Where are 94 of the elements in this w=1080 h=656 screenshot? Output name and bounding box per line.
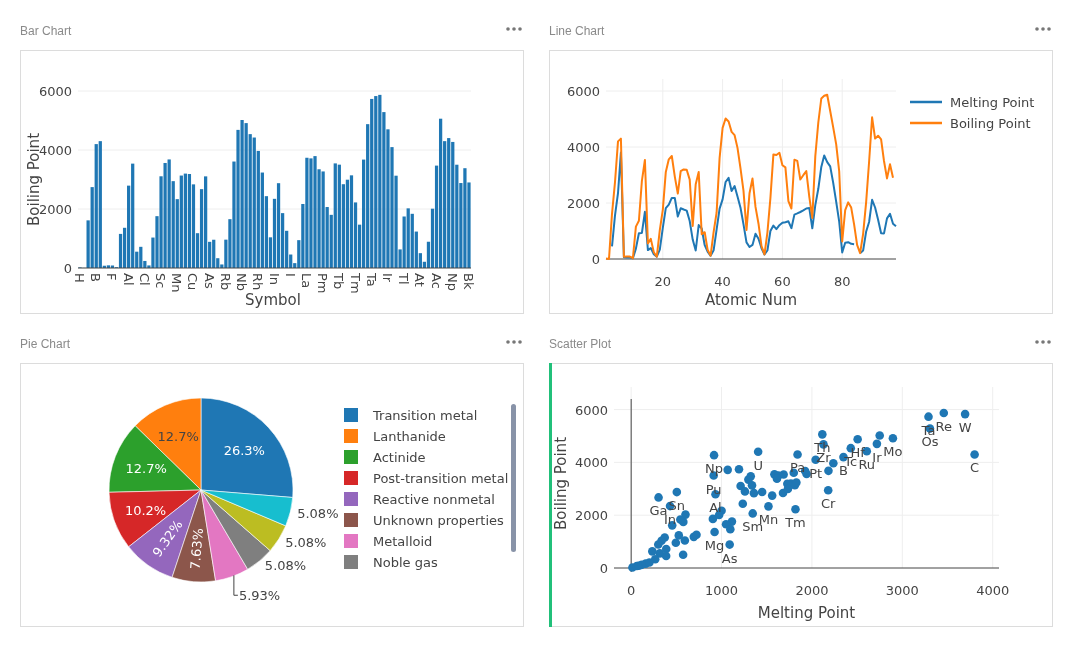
tick-label: Pm xyxy=(315,273,331,294)
tick-label: 0 xyxy=(599,561,608,576)
data-label: 7.63% xyxy=(187,527,206,570)
axis-title: Atomic Num xyxy=(704,291,798,309)
point-label: Re xyxy=(935,419,952,434)
point-label: U xyxy=(753,457,763,473)
data-label: 5.93% xyxy=(238,588,281,604)
data-label: 5.08% xyxy=(264,557,307,573)
tick-label: Np xyxy=(444,273,460,291)
panel-title: Pie Chart xyxy=(20,337,71,351)
tick-label: 2000 xyxy=(566,196,600,211)
tick-label: 1000 xyxy=(705,583,739,598)
tick-label: 2000 xyxy=(574,508,608,524)
point-label: Np xyxy=(705,461,724,477)
tick-label: 4000 xyxy=(976,583,1010,598)
point-label: B xyxy=(839,463,848,479)
tick-label: Tl xyxy=(396,273,412,285)
panel-title: Scatter Plot xyxy=(549,337,612,351)
tick-label: Tb xyxy=(331,273,347,290)
point-label: Tm xyxy=(785,515,806,531)
tick-label: Cl xyxy=(136,273,152,286)
tick-label: 40 xyxy=(714,274,731,289)
legend-label: Transition metal xyxy=(373,408,478,423)
point-label: Pt xyxy=(809,465,823,481)
tick-label: 6000 xyxy=(574,402,608,418)
tick-label: Nb xyxy=(234,273,250,291)
scrollbar[interactable] xyxy=(511,404,516,552)
panel-title: Bar Chart xyxy=(20,24,72,38)
tick-label: 4000 xyxy=(574,455,608,471)
tick-label: Ta xyxy=(363,273,379,287)
legend-label: Melting Point xyxy=(950,95,1035,110)
legend-swatch xyxy=(910,100,942,104)
tick-label: In xyxy=(266,273,282,286)
tick-label: Rh xyxy=(250,273,266,291)
legend-label: Actinide xyxy=(373,450,426,465)
point-label: W xyxy=(958,420,972,436)
tick-label: 80 xyxy=(833,274,851,289)
tick-label: Cu xyxy=(185,273,201,291)
tick-label: Sc xyxy=(153,273,169,289)
data-label: 12.7% xyxy=(125,461,167,477)
tick-label: F xyxy=(104,273,120,281)
tick-label: Mn xyxy=(169,273,185,293)
more-options-icon[interactable] xyxy=(506,339,522,345)
data-label: 12.7% xyxy=(157,428,199,444)
tick-label: At xyxy=(412,273,428,287)
tick-label: Ir xyxy=(379,273,395,283)
tick-label: Tm xyxy=(347,273,363,294)
legend-label: Metalloid xyxy=(373,534,433,549)
legend-swatch xyxy=(910,121,942,125)
tick-label: 4000 xyxy=(38,143,72,158)
tick-label: Rb xyxy=(217,273,233,291)
more-options-icon[interactable] xyxy=(1035,339,1051,345)
point-label: Cr xyxy=(821,496,836,512)
data-label: 26.3% xyxy=(223,443,265,459)
point-label: Pu xyxy=(705,481,722,497)
legend-label: Lanthanide xyxy=(373,429,446,444)
leader-line xyxy=(233,574,239,596)
tick-label: La xyxy=(298,273,314,289)
tick-label: Ac xyxy=(428,273,444,289)
tick-label: 0 xyxy=(63,261,72,276)
data-label: 5.08% xyxy=(297,506,339,522)
tick-label: 60 xyxy=(774,274,791,289)
tick-label: H xyxy=(72,273,88,283)
legend-label: Unknown properties xyxy=(373,513,504,528)
tick-label: B xyxy=(88,273,104,282)
tick-label: 2000 xyxy=(38,202,72,217)
point-label: Mo xyxy=(883,444,903,460)
tick-label: As xyxy=(201,273,217,289)
tick-label: 20 xyxy=(654,274,672,289)
tick-label: 3000 xyxy=(885,583,919,598)
axis-title: Boiling Point xyxy=(552,437,570,530)
data-label: 5.08% xyxy=(285,534,327,550)
tick-label: Al xyxy=(120,273,136,286)
more-options-icon[interactable] xyxy=(1035,26,1051,32)
tick-label: Bk xyxy=(460,273,476,290)
more-options-icon[interactable] xyxy=(506,26,522,32)
tick-label: 4000 xyxy=(566,140,600,155)
data-label: 10.2% xyxy=(124,502,167,518)
tick-label: 0 xyxy=(627,583,636,598)
legend-label: Post-transition metal xyxy=(373,471,509,486)
tick-label: 2000 xyxy=(795,583,829,598)
legend-label: Boiling Point xyxy=(950,116,1031,131)
point-label: C xyxy=(970,460,980,476)
point-label: Mg xyxy=(704,538,725,553)
axis-title: Symbol xyxy=(245,291,301,309)
tick-label: I xyxy=(282,273,298,277)
panel-title: Line Chart xyxy=(549,24,605,38)
tick-label: 6000 xyxy=(38,84,72,99)
axis-title: Melting Point xyxy=(757,604,856,622)
tick-label: 6000 xyxy=(566,84,600,99)
tick-label: 0 xyxy=(591,252,600,267)
point-label: Al xyxy=(709,500,722,516)
legend-label: Noble gas xyxy=(373,555,438,570)
legend-label: Reactive nonmetal xyxy=(373,492,495,507)
